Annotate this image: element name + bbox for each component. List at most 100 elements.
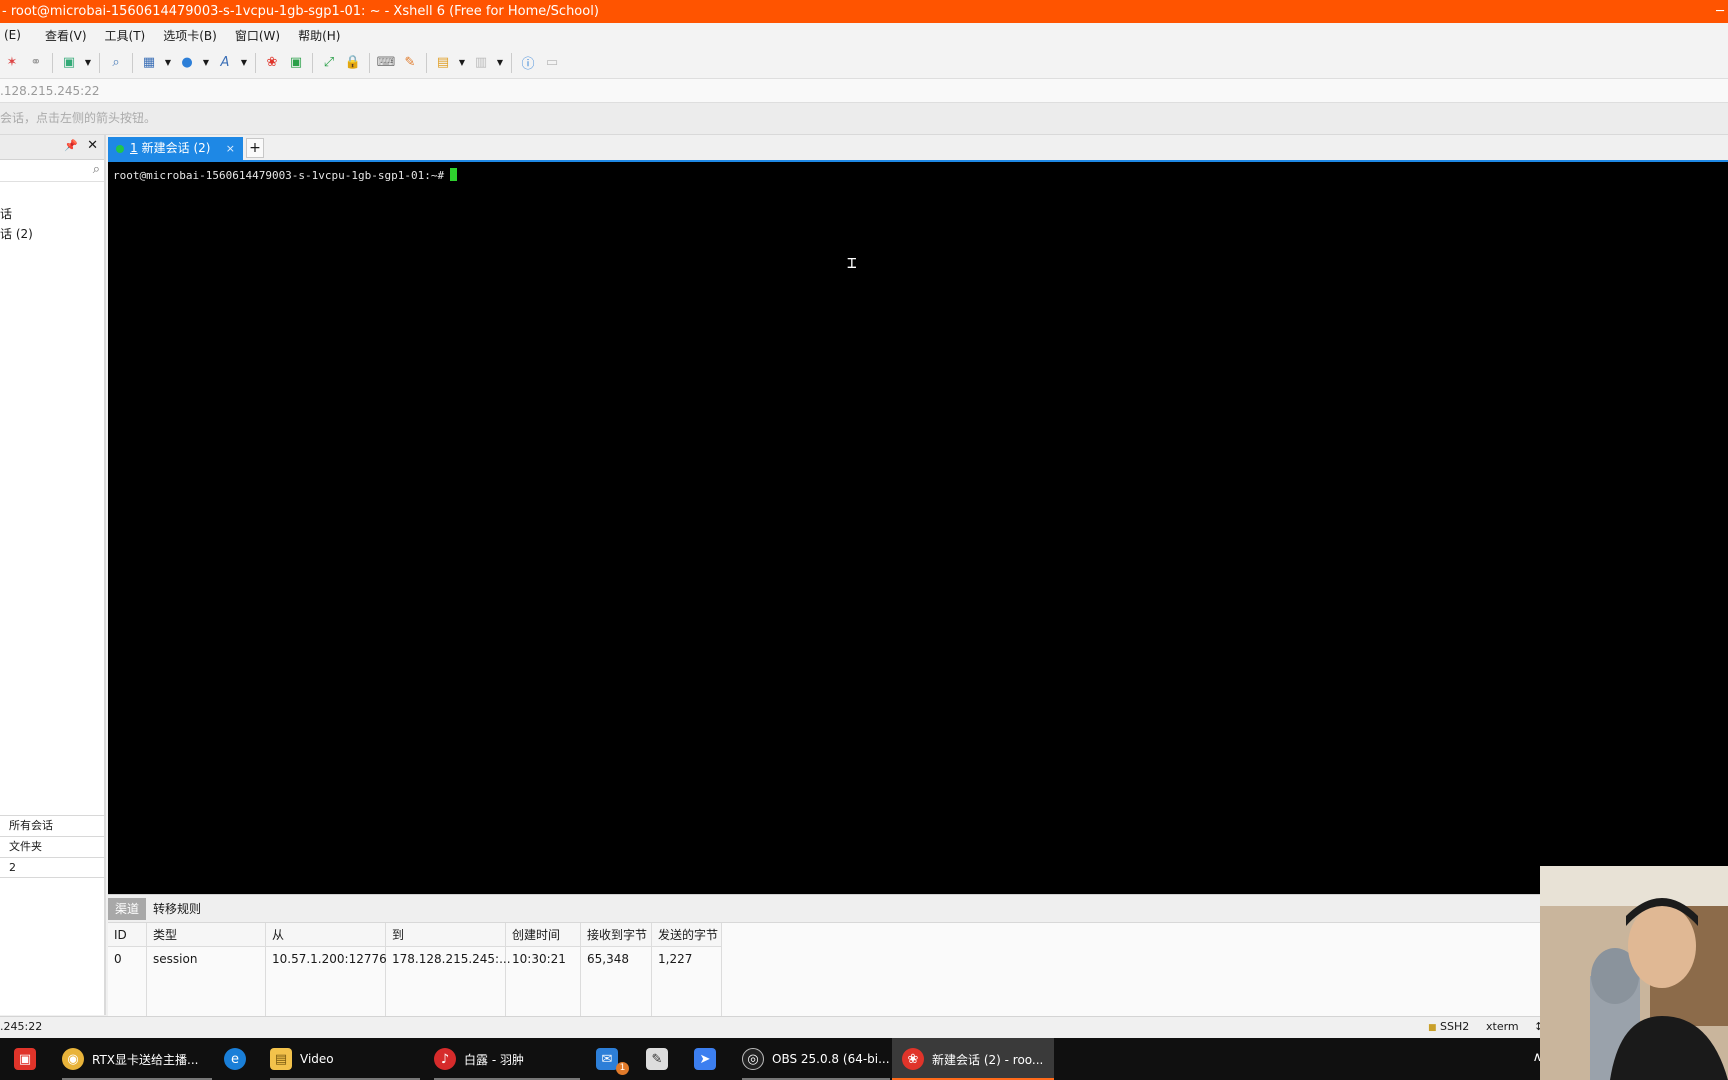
column-type: 类型 session [147, 923, 266, 1017]
tab-close-icon[interactable]: × [226, 137, 235, 160]
xagent-icon[interactable]: ▣ [287, 54, 305, 72]
layout-icon[interactable]: ▦ [140, 54, 158, 72]
taskbar-item-feishu[interactable]: ➤ [694, 1038, 724, 1080]
prop-value: 文件夹 [9, 840, 42, 853]
add-tab-button[interactable]: + [246, 138, 264, 158]
obs-icon: ◎ [742, 1048, 764, 1070]
panel-tabs: 渠道 转移规则 [108, 895, 1540, 923]
table-cell: 1,227 [658, 952, 693, 966]
status-protocol: ■ SSH2 [1428, 1017, 1469, 1038]
chrome-icon: ◉ [62, 1048, 84, 1070]
help-icon[interactable]: ⓘ [519, 54, 537, 72]
hint-text: 会话，点击左侧的箭头按钮。 [0, 111, 157, 125]
toolbar-separator [312, 52, 313, 73]
terminal-area[interactable]: root@microbai-1560614479003-s-1vcpu-1gb-… [108, 160, 1728, 894]
terminal-prompt-line: root@microbai-1560614479003-s-1vcpu-1gb-… [113, 168, 458, 182]
toolbar-separator [511, 52, 512, 73]
lock-icon: ■ [1428, 1023, 1437, 1033]
taskbar-item-notepad[interactable]: ✎ [646, 1038, 676, 1080]
menu-window[interactable]: 窗口(W) [231, 27, 288, 44]
chevron-down-icon[interactable]: ▼ [164, 54, 172, 72]
status-bar: .245:22 ■ SSH2 xterm ↕ [0, 1016, 1728, 1038]
terminal-prompt: root@microbai-1560614479003-s-1vcpu-1gb-… [113, 169, 445, 182]
protocol-label: SSH2 [1440, 1020, 1470, 1033]
xftp-icon[interactable]: ❀ [263, 54, 281, 72]
chevron-down-icon[interactable]: ▼ [458, 54, 466, 72]
address-bar[interactable]: .128.215.245:22 [0, 79, 1728, 103]
taskbar-label: RTX显卡送给主播... [92, 1052, 199, 1067]
search-icon[interactable]: ⌕ [107, 54, 125, 72]
taskbar-item-store[interactable]: ▣ [14, 1038, 44, 1080]
toolbar-separator [255, 52, 256, 73]
compose-icon[interactable]: ▥ [472, 54, 490, 72]
close-icon[interactable]: ✕ [87, 138, 98, 153]
minimize-button[interactable]: ─ [1716, 0, 1724, 23]
xshell-icon: ❀ [902, 1048, 924, 1070]
column-bytes-sent: 发送的字节 1,227 [652, 923, 722, 1017]
lock-icon[interactable]: 🔒 [344, 54, 362, 72]
window-title: - root@microbai-1560614479003-s-1vcpu-1g… [2, 4, 599, 19]
toolbar: ✶ ⚭ ▣ ▼ ⌕ ▦ ▼ ● ▼ A ▼ ❀ ▣ ⤢ 🔒 ⌨ ✎ ▤ ▼ ▥ … [0, 47, 1728, 79]
column-header[interactable]: 从 [266, 923, 385, 947]
menu-edit[interactable]: (E) [0, 28, 29, 42]
column-header[interactable]: 到 [386, 923, 505, 947]
tab-new-session[interactable]: 1 新建会话 (2) × [108, 137, 243, 160]
column-header[interactable]: 接收到字节 [581, 923, 651, 947]
table-cell: 65,348 [587, 952, 629, 966]
prop-value: 所有会话 [9, 819, 53, 832]
table-cell: 10.57.1.200:12776 [272, 952, 387, 966]
column-header[interactable]: 类型 [147, 923, 265, 947]
taskbar-item-mail[interactable]: ✉ 1 [596, 1038, 630, 1080]
feishu-icon: ➤ [694, 1048, 716, 1070]
tab-number: 1 [130, 141, 138, 155]
tab-forwarding-rules[interactable]: 转移规则 [146, 898, 208, 920]
chevron-down-icon[interactable]: ▼ [240, 54, 248, 72]
chevron-down-icon[interactable]: ▼ [202, 54, 210, 72]
menu-tabs[interactable]: 选项卡(B) [159, 27, 225, 44]
keyboard-icon[interactable]: ⌨ [377, 54, 396, 72]
taskbar-item-netease-music[interactable]: ♪ 白露 - 羽肿 [434, 1038, 580, 1080]
session-search-input[interactable]: ⌕ [0, 160, 104, 182]
column-id: ID 0 [108, 923, 147, 1017]
column-header[interactable]: ID [108, 923, 146, 947]
taskbar-item-chrome[interactable]: ◉ RTX显卡送给主播... [62, 1038, 212, 1080]
highlight-icon[interactable]: ✎ [401, 54, 419, 72]
column-bytes-received: 接收到字节 65,348 [581, 923, 652, 1017]
fullscreen-icon[interactable]: ⤢ [320, 54, 338, 72]
taskbar-label: Video [300, 1052, 334, 1066]
reconnect-icon[interactable]: ⚭ [27, 54, 45, 72]
font-icon[interactable]: A [216, 54, 234, 72]
title-bar: - root@microbai-1560614479003-s-1vcpu-1g… [0, 0, 1728, 23]
transfer-icon[interactable]: ▤ [434, 54, 452, 72]
pin-icon[interactable]: 📌 [64, 139, 78, 152]
column-header[interactable]: 发送的字节 [652, 923, 721, 947]
session-manager-panel: 📌 ✕ ⌕ 话 话 (2) 所有会话 文件夹 2 [0, 135, 106, 1015]
disconnect-icon[interactable]: ✶ [3, 54, 21, 72]
search-icon[interactable]: ⌕ [93, 162, 100, 177]
table-cell: session [153, 952, 198, 966]
chevron-down-icon[interactable]: ▼ [84, 54, 92, 72]
terminal-cursor [450, 168, 458, 181]
text-cursor-icon: ⌶ [847, 253, 857, 272]
tree-item-sessions[interactable]: 话 [0, 205, 12, 222]
globe-icon[interactable]: ● [178, 54, 196, 72]
hint-bar: 会话，点击左侧的箭头按钮。 [0, 103, 1728, 135]
table-cell: 0 [114, 952, 122, 966]
webcam-overlay [1540, 866, 1728, 1080]
menu-help[interactable]: 帮助(H) [294, 27, 348, 44]
tree-item-new-session[interactable]: 话 (2) [0, 225, 33, 242]
mail-badge: 1 [616, 1062, 629, 1075]
column-header[interactable]: 创建时间 [506, 923, 580, 947]
chevron-down-icon[interactable]: ▼ [496, 54, 504, 72]
taskbar-item-video-folder[interactable]: ▤ Video [270, 1038, 420, 1080]
chat-icon[interactable]: ▭ [543, 54, 561, 72]
status-terminal-type: xterm [1486, 1020, 1519, 1033]
taskbar-item-xshell[interactable]: ❀ 新建会话 (2) - roo... [892, 1038, 1054, 1080]
taskbar-item-obs[interactable]: ◎ OBS 25.0.8 (64-bi... [742, 1038, 890, 1080]
new-session-icon[interactable]: ▣ [60, 54, 78, 72]
menu-tools[interactable]: 工具(T) [101, 27, 154, 44]
taskbar-item-edge[interactable]: e [224, 1038, 254, 1080]
tab-channels[interactable]: 渠道 [108, 897, 147, 920]
menu-view[interactable]: 查看(V) [41, 27, 95, 44]
status-address: .245:22 [0, 1020, 43, 1033]
